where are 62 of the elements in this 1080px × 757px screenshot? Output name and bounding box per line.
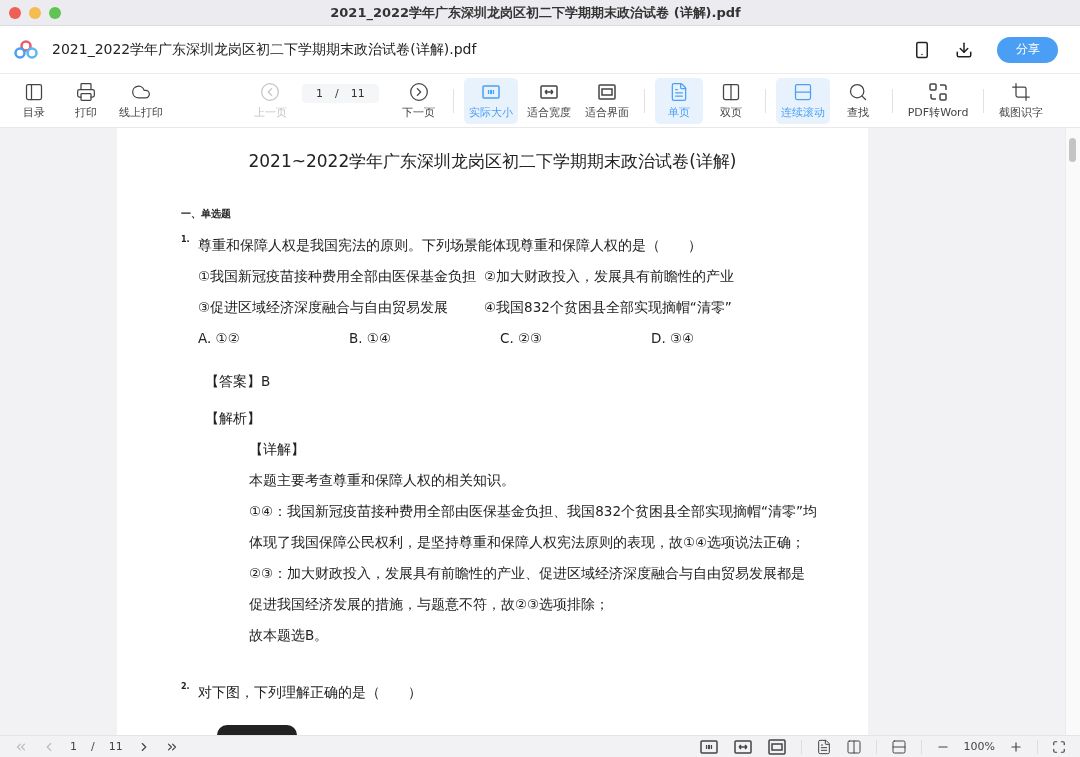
explanation-text: 促进我国经济发展的措施，与题意不符，故②③选项排除； <box>249 596 610 614</box>
window-title: 2021_2022学年广东深圳龙岗区初二下学期期末政治试卷 (详解).pdf <box>329 3 742 22</box>
fullscreen-icon[interactable] <box>1052 739 1066 754</box>
question-number: 1. <box>181 235 191 244</box>
close-button[interactable] <box>9 6 21 19</box>
question-number: 2. <box>181 682 191 691</box>
toolbar-button[interactable]: 目录 <box>10 77 58 124</box>
explanation-text: 本题主要考查尊重和保障人权的相关知识。 <box>249 472 515 490</box>
double-page-icon[interactable] <box>845 738 862 755</box>
answer-label: 【答案】 <box>205 373 261 391</box>
convert-icon <box>928 81 949 102</box>
printer-icon <box>76 81 96 102</box>
statement-text: ③促进区域经济深度融合与自由贸易发展 <box>198 299 450 317</box>
page-separator: / <box>91 740 95 753</box>
download-icon[interactable] <box>955 40 973 59</box>
explanation-text: ②③：加大财政投入，发展具有前瞻性的产业、促进区域经济深度融合与自由贸易发展都是 <box>249 565 806 583</box>
toolbar-button[interactable]: 双页 <box>706 77 755 124</box>
toolbar-button[interactable]: 下一页 <box>394 77 443 124</box>
question-text: 对下图，下列理解正确的是（ ） <box>198 684 422 702</box>
toolbar-button[interactable]: 适合宽度 <box>521 77 576 124</box>
page-total: 11 <box>108 740 123 753</box>
circle-left-icon <box>260 81 280 102</box>
choice-text: B. ①④ <box>349 330 393 348</box>
explanation-text: 故本题选B。 <box>249 627 329 645</box>
page-number: 1 <box>70 740 77 753</box>
search-icon <box>847 81 868 102</box>
document-title: 2021~2022学年广东深圳龙岗区初二下学期期末政治试卷(详解) <box>247 150 738 173</box>
page-field[interactable]: 1 / 11 <box>302 84 379 103</box>
choice-text: A. ①② <box>198 330 241 348</box>
toolbar-button[interactable]: PDF转Word <box>902 77 974 124</box>
question-text: 尊重和保障人权是我国宪法的原则。下列场景能体现尊重和保障人权的是（ ） <box>198 237 702 255</box>
crop-icon <box>1011 81 1032 102</box>
toolbar-button[interactable]: 查找 <box>833 77 882 124</box>
zoom-in-icon[interactable] <box>1009 739 1023 754</box>
toolbar-button[interactable]: 线上打印 <box>114 77 168 124</box>
logo-icon <box>14 39 38 60</box>
statement-text: ①我国新冠疫苗接种费用全部由医保基金负担 <box>198 268 478 286</box>
answer-text: B <box>261 373 271 391</box>
section-heading: 一、单选题 <box>181 207 232 221</box>
fit-page-icon <box>596 81 617 102</box>
file-name: 2021_2022学年广东深圳龙岗区初二下学期期末政治试卷(详解).pdf <box>52 40 478 59</box>
explanation-text: ①④：我国新冠疫苗接种费用全部由医保基金负担、我国832个贫困县全部实现摘帽“清零”均 <box>249 503 817 521</box>
zoom-level: 100% <box>963 740 995 753</box>
circle-right-icon <box>408 81 429 102</box>
scrollbar[interactable] <box>1065 128 1080 735</box>
statement-text: ④我国832个贫困县全部实现摘帽“清零” <box>484 299 733 317</box>
continuous-scroll-icon[interactable] <box>890 738 907 755</box>
continuous-scroll-icon <box>792 81 813 102</box>
explanation-text: 体现了我国保障公民权利，是坚持尊重和保障人权宪法原则的表现，故①④选项说法正确； <box>249 534 806 552</box>
single-page-icon[interactable] <box>815 738 832 755</box>
toolbar-button[interactable]: 截图识字 <box>994 77 1049 124</box>
sidebar-icon <box>24 81 44 102</box>
toolbar-button[interactable]: 适合界面 <box>579 77 634 124</box>
analysis-label: 【解析】 <box>205 410 261 428</box>
choice-text: C. ②③ <box>500 330 544 348</box>
detail-label: 【详解】 <box>249 441 305 459</box>
double-page-icon <box>720 81 741 102</box>
toolbar-button[interactable]: 打印 <box>62 77 110 124</box>
choice-text: D. ③④ <box>651 330 696 348</box>
statement-text: ②加大财政投入，发展具有前瞻性的产业 <box>484 268 736 286</box>
fit-page-icon[interactable] <box>766 736 787 757</box>
phone-icon[interactable] <box>913 40 931 59</box>
